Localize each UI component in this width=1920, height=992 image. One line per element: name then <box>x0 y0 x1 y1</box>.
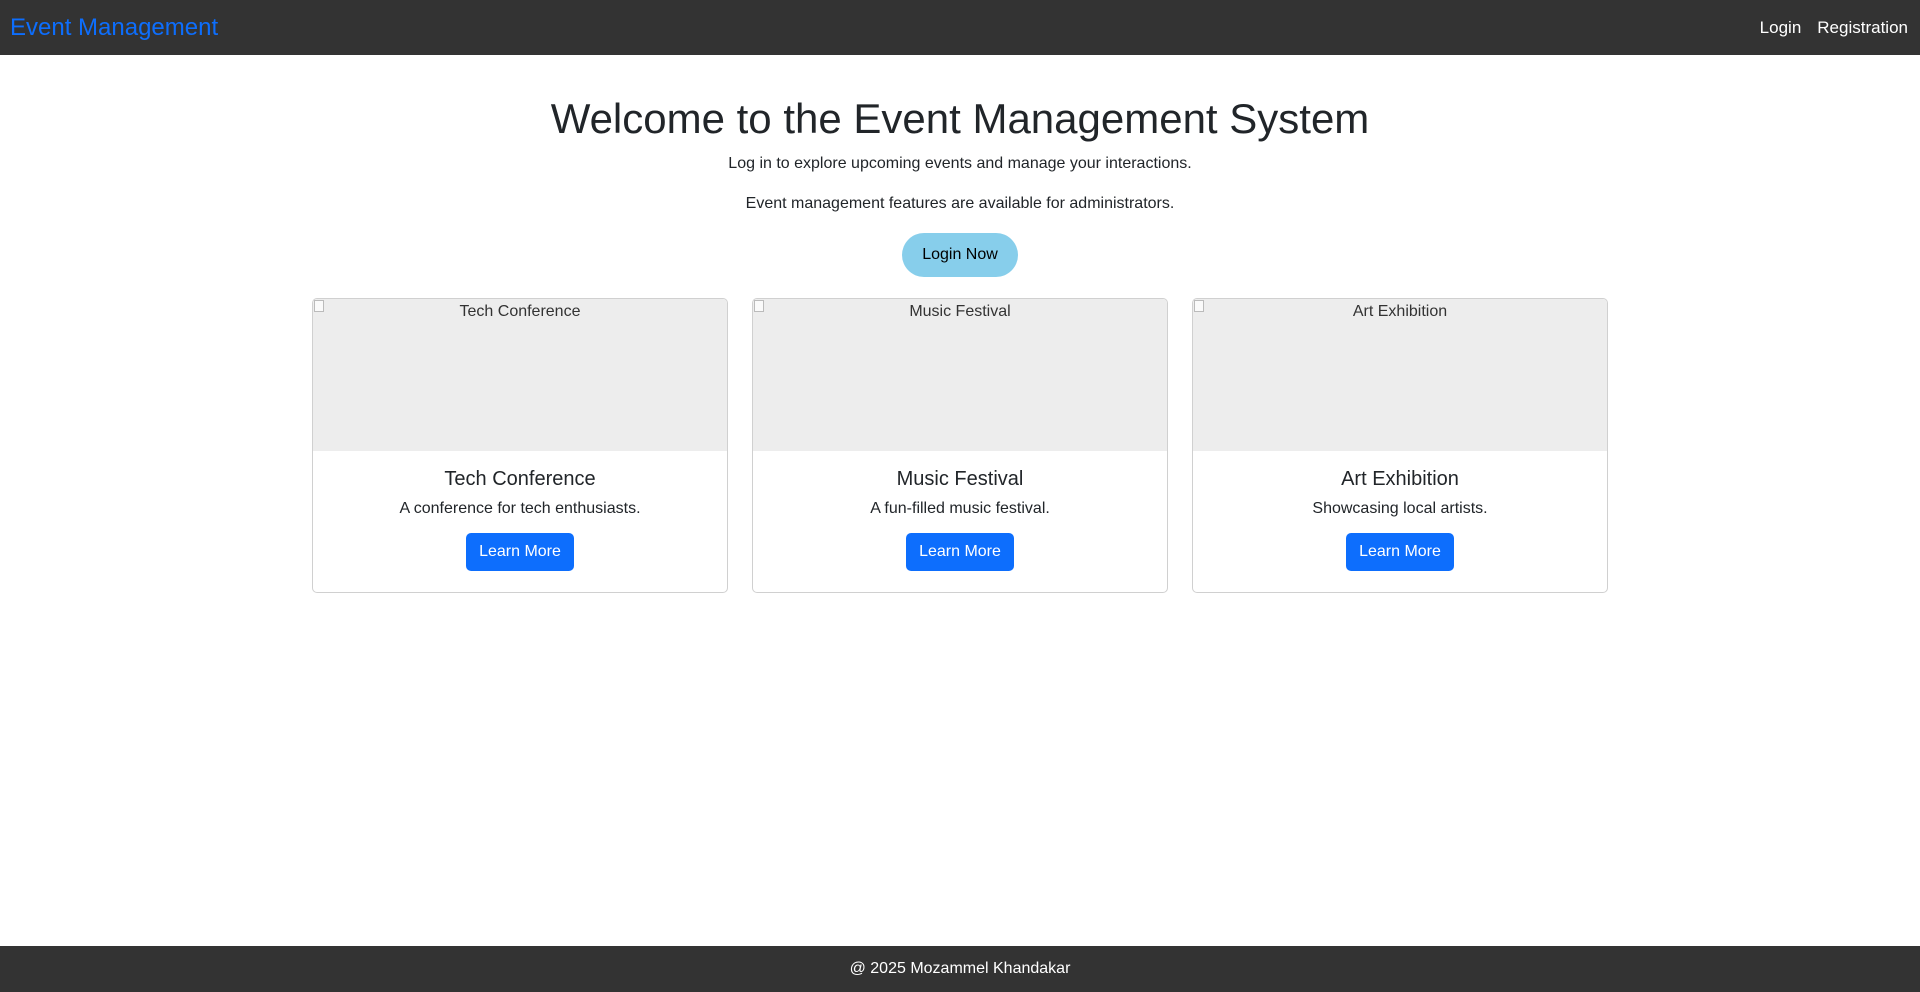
event-card-tech-conference: Tech Conference Tech Conference A confer… <box>312 298 728 593</box>
footer-text: @ 2025 Mozammel Khandakar <box>849 960 1071 977</box>
brand-link[interactable]: Event Management <box>10 15 218 40</box>
login-now-button[interactable]: Login Now <box>902 233 1018 277</box>
nav-links: Login Registration <box>1760 18 1910 38</box>
learn-more-button[interactable]: Learn More <box>1346 533 1454 571</box>
event-title: Tech Conference <box>444 468 596 490</box>
learn-more-button[interactable]: Learn More <box>906 533 1014 571</box>
event-title: Art Exhibition <box>1341 468 1459 490</box>
event-image-alt: Tech Conference <box>459 303 581 320</box>
broken-image-icon <box>1194 300 1204 312</box>
event-card-music-festival: Music Festival Music Festival A fun-fill… <box>752 298 1168 593</box>
nav-registration-link[interactable]: Registration <box>1817 18 1908 38</box>
nav-login-link[interactable]: Login <box>1760 18 1802 38</box>
learn-more-button[interactable]: Learn More <box>466 533 574 571</box>
admin-note: Event management features are available … <box>745 195 1175 212</box>
event-image-alt: Art Exhibition <box>1352 303 1448 320</box>
event-image-placeholder: Tech Conference <box>313 299 727 451</box>
event-description: A conference for tech enthusiasts. <box>399 500 641 517</box>
event-description: Showcasing local artists. <box>1312 500 1488 517</box>
event-image-placeholder: Music Festival <box>753 299 1167 451</box>
event-description: A fun-filled music festival. <box>870 500 1050 517</box>
event-card-art-exhibition: Art Exhibition Art Exhibition Showcasing… <box>1192 298 1608 593</box>
broken-image-icon <box>314 300 324 312</box>
page-title: Welcome to the Event Management System <box>550 95 1370 142</box>
hero-subtitle: Log in to explore upcoming events and ma… <box>728 155 1192 172</box>
page-footer: @ 2025 Mozammel Khandakar <box>0 946 1920 992</box>
hero-section: Welcome to the Event Management System L… <box>0 55 1920 277</box>
broken-image-icon <box>754 300 764 312</box>
event-title: Music Festival <box>896 468 1024 490</box>
top-navbar: Event Management Login Registration <box>0 0 1920 55</box>
event-image-placeholder: Art Exhibition <box>1193 299 1607 451</box>
event-image-alt: Music Festival <box>909 303 1011 320</box>
event-cards: Tech Conference Tech Conference A confer… <box>312 298 1608 593</box>
